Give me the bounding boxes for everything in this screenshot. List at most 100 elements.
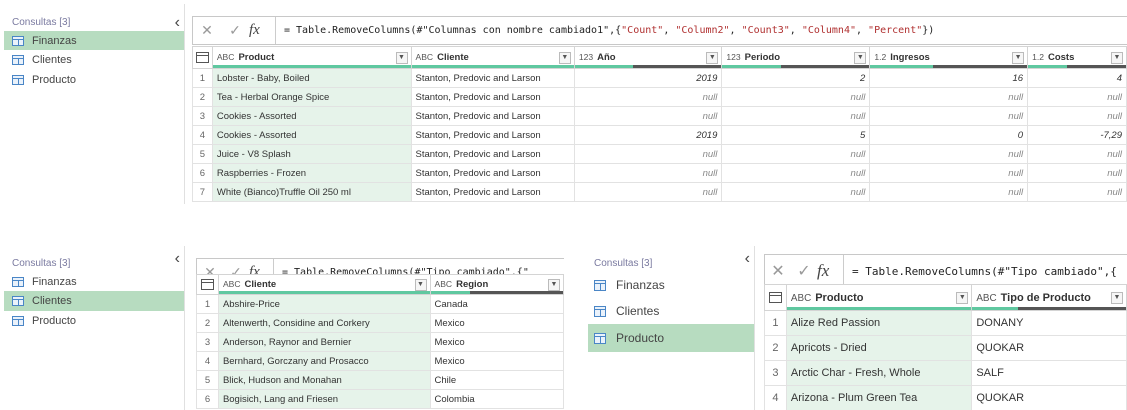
column-header-product[interactable]: ABC Product ▼	[211, 46, 412, 69]
table-cell[interactable]: Mexico	[429, 351, 564, 371]
table-cell[interactable]: Blick, Hudson and Monahan	[217, 370, 431, 390]
table-row[interactable]: 2 Tea - Herbal Orange Spice Stanton, Predo…	[192, 87, 1127, 107]
fx-icon[interactable]: fx	[249, 22, 275, 39]
table-cell[interactable]: null	[1027, 144, 1127, 164]
table-menu-button[interactable]	[196, 274, 219, 295]
table-cell[interactable]: Apricots - Dried	[785, 335, 973, 361]
table-row[interactable]: 1 Lobster - Baby, Boiled Stanton, Predovic…	[192, 68, 1127, 88]
query-item-clientes[interactable]: Clientes	[588, 298, 754, 324]
column-filter-icon[interactable]: ▼	[1111, 51, 1123, 64]
confirm-icon[interactable]: ✓	[791, 261, 817, 281]
collapse-pane-icon[interactable]: ‹	[745, 250, 750, 268]
query-item-clientes[interactable]: Clientes	[4, 291, 184, 311]
table-cell[interactable]: Juice - V8 Splash	[211, 144, 412, 164]
table-cell[interactable]: Bernhard, Gorczany and Prosacco	[217, 351, 431, 371]
column-filter-icon[interactable]: ▼	[956, 291, 969, 304]
table-cell[interactable]: 2019	[573, 68, 723, 88]
column-filter-icon[interactable]: ▼	[1111, 291, 1123, 304]
column-header-cliente[interactable]: ABC Cliente ▼	[217, 274, 431, 295]
table-cell[interactable]: Stanton, Predovic and Larson	[410, 144, 575, 164]
table-cell[interactable]: Mexico	[429, 313, 564, 333]
table-cell[interactable]: null	[1027, 182, 1127, 202]
query-item-producto[interactable]: Producto	[588, 324, 754, 352]
table-cell[interactable]: Stanton, Predovic and Larson	[410, 68, 575, 88]
table-cell[interactable]: DONANY	[971, 310, 1127, 336]
query-item-finanzas[interactable]: Finanzas	[4, 272, 184, 291]
table-row[interactable]: 2 Altenwerth, Considine and Corkery Mexico	[196, 313, 564, 333]
cancel-icon[interactable]: ✕	[765, 261, 791, 281]
formula-input[interactable]: = Table.RemoveColumns(#"Columnas con nom…	[284, 25, 934, 36]
table-cell[interactable]: null	[721, 87, 871, 107]
table-row[interactable]: 6 Raspberries - Frozen Stanton, Predovic a…	[192, 163, 1127, 183]
table-cell[interactable]: Alize Red Passion	[785, 310, 973, 336]
table-row[interactable]: 3 Anderson, Raynor and Bernier Mexico	[196, 332, 564, 352]
table-cell[interactable]: 5	[721, 125, 871, 145]
table-cell[interactable]: null	[1027, 87, 1127, 107]
table-cell[interactable]: null	[869, 87, 1029, 107]
table-cell[interactable]: null	[869, 163, 1029, 183]
table-cell[interactable]: null	[573, 182, 723, 202]
table-cell[interactable]: Bogisich, Lang and Friesen	[217, 389, 431, 409]
table-cell[interactable]: Tea - Herbal Orange Spice	[211, 87, 412, 107]
fx-icon[interactable]: fx	[817, 261, 843, 281]
table-cell[interactable]: White (Bianco)Truffle Oil 250 ml	[211, 182, 412, 202]
table-cell[interactable]: Cookies - Assorted	[211, 125, 412, 145]
table-cell[interactable]: Raspberries - Frozen	[211, 163, 412, 183]
table-row[interactable]: 1 Alize Red Passion DONANY	[764, 310, 1127, 336]
table-cell[interactable]: null	[573, 87, 723, 107]
column-filter-icon[interactable]: ▼	[706, 51, 719, 64]
table-cell[interactable]: 16	[869, 68, 1029, 88]
column-filter-icon[interactable]: ▼	[414, 278, 427, 291]
table-row[interactable]: 4 Bernhard, Gorczany and Prosacco Mexico	[196, 351, 564, 371]
table-cell[interactable]: 0	[869, 125, 1029, 145]
table-cell[interactable]: null	[573, 144, 723, 164]
table-cell[interactable]: null	[1027, 106, 1127, 126]
table-row[interactable]: 3 Arctic Char - Fresh, Whole SALF	[764, 360, 1127, 386]
table-cell[interactable]: Arizona - Plum Green Tea	[785, 385, 973, 410]
table-row[interactable]: 3 Cookies - Assorted Stanton, Predovic and…	[192, 106, 1127, 126]
table-row[interactable]: 6 Bogisich, Lang and Friesen Colombia	[196, 389, 564, 409]
column-filter-icon[interactable]: ▼	[558, 51, 571, 64]
table-cell[interactable]: null	[721, 106, 871, 126]
table-cell[interactable]: 2	[721, 68, 871, 88]
table-cell[interactable]: Anderson, Raynor and Bernier	[217, 332, 431, 352]
table-cell[interactable]: Stanton, Predovic and Larson	[410, 163, 575, 183]
table-cell[interactable]: null	[721, 163, 871, 183]
table-menu-button[interactable]	[764, 284, 787, 311]
column-header-ingresos[interactable]: 1.2 Ingresos ▼	[869, 46, 1029, 69]
table-cell[interactable]: null	[869, 182, 1029, 202]
table-cell[interactable]: Stanton, Predovic and Larson	[410, 125, 575, 145]
table-cell[interactable]: null	[721, 144, 871, 164]
column-header-costs[interactable]: 1.2 Costs ▼	[1027, 46, 1127, 69]
table-cell[interactable]: null	[869, 106, 1029, 126]
table-row[interactable]: 4 Arizona - Plum Green Tea QUOKAR	[764, 385, 1127, 410]
collapse-pane-icon[interactable]: ‹	[175, 14, 180, 32]
formula-input[interactable]: = Table.RemoveColumns(#"Tipo cambiado",{	[852, 265, 1117, 278]
table-cell[interactable]: SALF	[971, 360, 1127, 386]
column-header-periodo[interactable]: 123 Periodo ▼	[721, 46, 871, 69]
column-header-producto[interactable]: ABC Producto ▼	[785, 284, 973, 311]
table-row[interactable]: 4 Cookies - Assorted Stanton, Predovic and…	[192, 125, 1127, 145]
table-cell[interactable]: Mexico	[429, 332, 564, 352]
table-cell[interactable]: null	[573, 106, 723, 126]
table-cell[interactable]: Colombia	[429, 389, 564, 409]
table-cell[interactable]: Arctic Char - Fresh, Whole	[785, 360, 973, 386]
table-row[interactable]: 2 Apricots - Dried QUOKAR	[764, 335, 1127, 361]
column-filter-icon[interactable]: ▼	[395, 51, 408, 64]
table-cell[interactable]: null	[869, 144, 1029, 164]
query-item-clientes[interactable]: Clientes	[4, 50, 184, 70]
query-item-finanzas[interactable]: Finanzas	[588, 272, 754, 298]
table-row[interactable]: 7 White (Bianco)Truffle Oil 250 ml Stanton…	[192, 182, 1127, 202]
column-filter-icon[interactable]: ▼	[1012, 51, 1025, 64]
table-cell[interactable]: Abshire-Price	[217, 294, 431, 314]
table-menu-button[interactable]	[192, 46, 213, 69]
column-filter-icon[interactable]: ▼	[548, 278, 560, 291]
table-cell[interactable]: Altenwerth, Considine and Corkery	[217, 313, 431, 333]
table-cell[interactable]: Chile	[429, 370, 564, 390]
column-header-cliente[interactable]: ABC Cliente ▼	[410, 46, 575, 69]
table-cell[interactable]: null	[1027, 163, 1127, 183]
table-cell[interactable]: QUOKAR	[971, 335, 1127, 361]
column-header-ano[interactable]: 123 Año ▼	[573, 46, 723, 69]
table-cell[interactable]: Stanton, Predovic and Larson	[410, 87, 575, 107]
table-row[interactable]: 1 Abshire-Price Canada	[196, 294, 564, 314]
